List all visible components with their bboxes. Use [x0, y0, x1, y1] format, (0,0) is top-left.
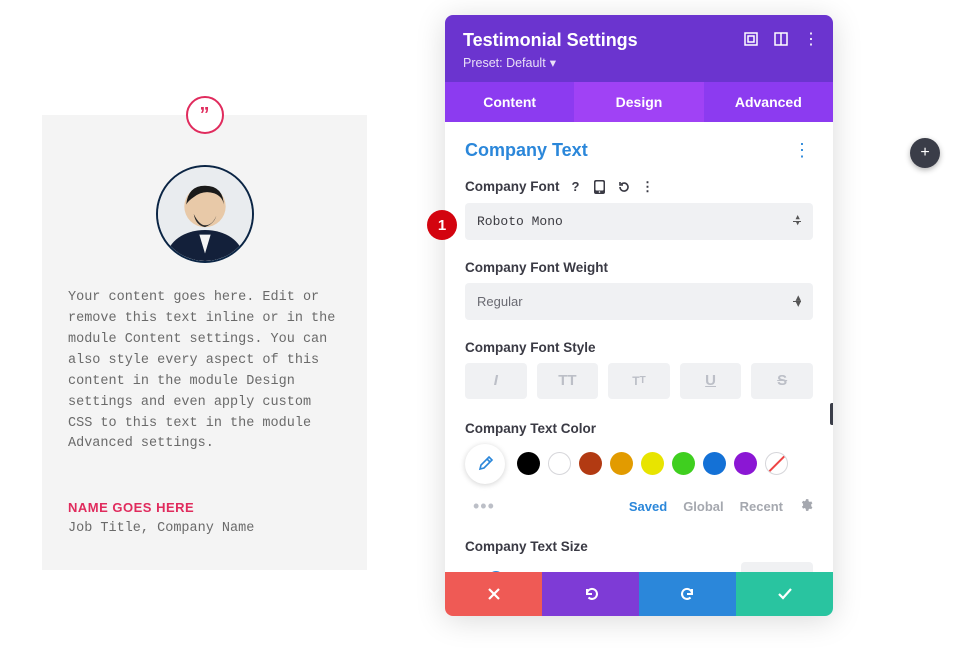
italic-button[interactable]: I — [465, 363, 527, 399]
swatch-7[interactable] — [734, 452, 757, 475]
label-company-color: Company Text Color — [465, 421, 813, 436]
avatar — [156, 165, 254, 263]
label-company-size: Company Text Size — [465, 539, 813, 554]
palette-settings-icon[interactable] — [799, 498, 813, 515]
swatch-5[interactable] — [672, 452, 695, 475]
testimonial-name[interactable]: NAME GOES HERE — [68, 500, 341, 515]
font-style-group: I TT TT U S — [465, 363, 813, 399]
strikethrough-button[interactable]: S — [751, 363, 813, 399]
palette-tab-global[interactable]: Global — [683, 499, 723, 514]
device-icon[interactable] — [592, 179, 608, 195]
tab-design[interactable]: Design — [574, 82, 703, 122]
testimonial-preview: ” Your content goes here. Edit or remove… — [42, 115, 367, 570]
swatch-6[interactable] — [703, 452, 726, 475]
swatch-none[interactable] — [765, 452, 788, 475]
field-more-icon[interactable]: ⋮ — [640, 179, 656, 195]
color-palette-tabs: ••• Saved Global Recent — [465, 496, 813, 517]
help-icon[interactable]: ? — [568, 179, 584, 195]
save-button[interactable] — [736, 572, 833, 616]
add-module-button[interactable]: + — [910, 138, 940, 168]
label-company-weight: Company Font Weight — [465, 260, 813, 275]
label-company-font: Company Font ? ⋮ — [465, 179, 813, 195]
tab-content[interactable]: Content — [445, 82, 574, 122]
slider-thumb[interactable] — [488, 571, 504, 572]
avatar-image — [158, 167, 252, 261]
color-swatch-row — [465, 444, 813, 484]
select-arrows-icon: ▴▾ — [795, 295, 801, 307]
swatch-1[interactable] — [548, 452, 571, 475]
section-more-icon[interactable]: ⋮ — [791, 140, 813, 161]
columns-icon[interactable] — [773, 31, 789, 47]
more-icon[interactable]: ⋮ — [803, 31, 819, 47]
company-name: Company Name — [157, 521, 254, 536]
swatch-2[interactable] — [579, 452, 602, 475]
preset-label: Preset: Default — [463, 56, 546, 70]
underline-button[interactable]: U — [680, 363, 742, 399]
undo-button[interactable] — [542, 572, 639, 616]
color-picker-button[interactable] — [465, 444, 505, 484]
preset-selector[interactable]: Preset: Default ▾ — [463, 55, 556, 70]
section-title[interactable]: Company Text — [465, 140, 588, 161]
swatch-0[interactable] — [517, 452, 540, 475]
swatch-4[interactable] — [641, 452, 664, 475]
uppercase-button[interactable]: TT — [537, 363, 599, 399]
company-weight-select[interactable]: Regular ▴▾ — [465, 283, 813, 320]
swatch-3[interactable] — [610, 452, 633, 475]
expand-icon[interactable] — [743, 31, 759, 47]
palette-tab-recent[interactable]: Recent — [740, 499, 783, 514]
smallcaps-button[interactable]: TT — [608, 363, 670, 399]
testimonial-body[interactable]: Your content goes here. Edit or remove t… — [68, 288, 341, 455]
job-title: Job Title — [68, 521, 141, 536]
size-value-input[interactable]: 14px — [741, 562, 813, 572]
reset-icon[interactable] — [616, 179, 632, 195]
quote-icon: ” — [186, 96, 224, 134]
settings-panel: Testimonial Settings Preset: Default ▾ ⋮… — [445, 15, 833, 616]
testimonial-meta[interactable]: Job Title, Company Name — [68, 521, 341, 536]
panel-tabs: Content Design Advanced — [445, 82, 833, 122]
select-arrows-icon: ▴▾ — [794, 215, 801, 227]
company-font-select[interactable]: Roboto Mono ▴▾ — [465, 203, 813, 240]
redo-button[interactable] — [639, 572, 736, 616]
tab-advanced[interactable]: Advanced — [704, 82, 833, 122]
cancel-button[interactable] — [445, 572, 542, 616]
annotation-marker-1: 1 — [427, 210, 457, 240]
chevron-down-icon: ▾ — [550, 55, 556, 70]
label-company-style: Company Font Style — [465, 340, 813, 355]
palette-tab-saved[interactable]: Saved — [629, 499, 667, 514]
panel-footer — [445, 572, 833, 616]
panel-header[interactable]: Testimonial Settings Preset: Default ▾ ⋮ — [445, 15, 833, 82]
more-swatches-icon[interactable]: ••• — [473, 496, 495, 517]
resize-handle[interactable] — [830, 403, 833, 425]
panel-body: Company Text ⋮ Company Font ? ⋮ Roboto M… — [445, 122, 833, 572]
